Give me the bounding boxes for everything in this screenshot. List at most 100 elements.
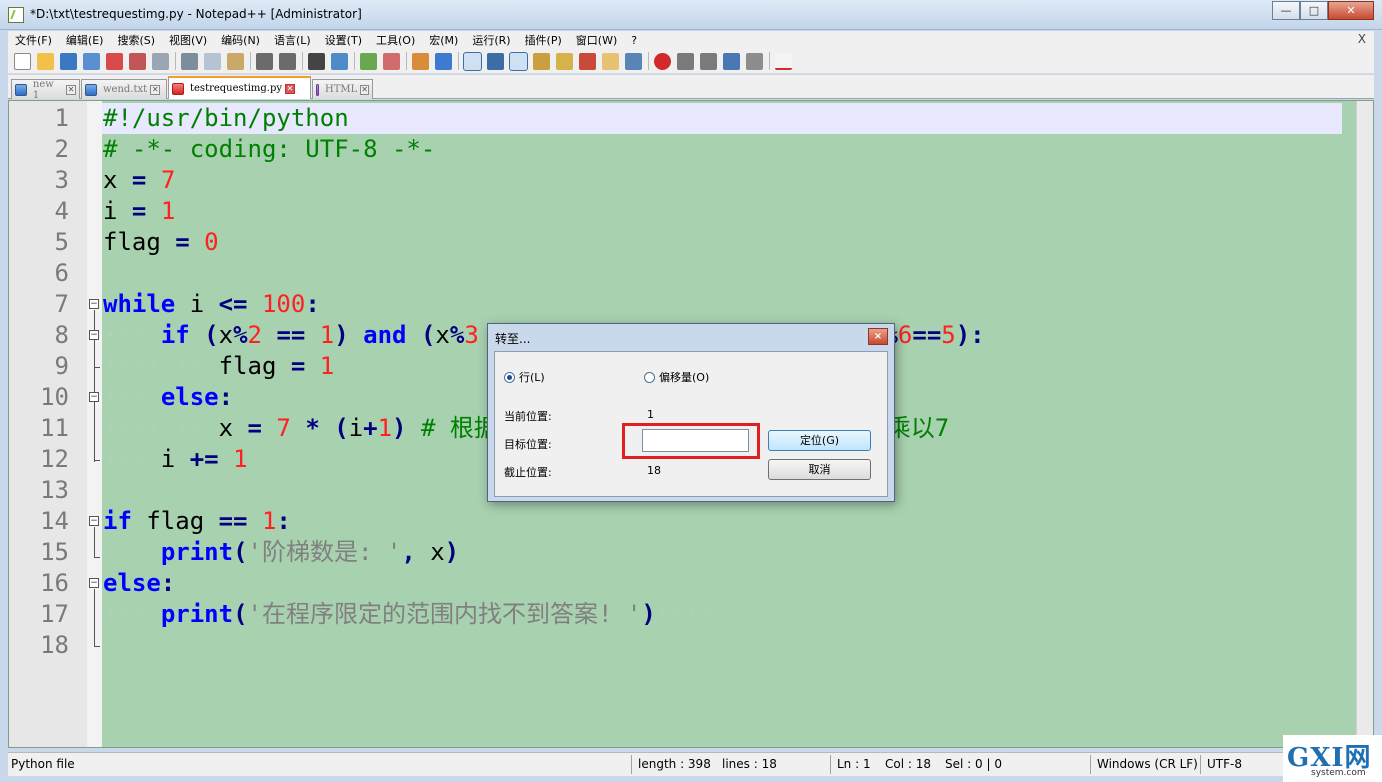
find-icon[interactable] xyxy=(308,52,325,70)
code-line-15: ··· print('阶梯数是: ', x) xyxy=(103,538,460,566)
replace-icon[interactable] xyxy=(331,52,348,70)
zoom-in-icon[interactable] xyxy=(360,52,377,70)
fold-end xyxy=(94,460,100,461)
toolbar-separator xyxy=(175,52,176,70)
line-number: 11 xyxy=(40,414,69,442)
line-number: 15 xyxy=(40,538,69,566)
line-number: 5 xyxy=(54,228,69,256)
dialog-title: 转至... xyxy=(495,332,531,346)
menu-view[interactable]: 视图(V) xyxy=(162,32,214,48)
goto-button[interactable]: 定位(G) xyxy=(768,430,871,451)
fold-collapse-icon[interactable]: − xyxy=(89,330,99,340)
menu-plugins[interactable]: 插件(P) xyxy=(518,32,569,48)
maximize-button[interactable]: □ xyxy=(1300,1,1328,20)
line-number: 18 xyxy=(40,631,69,659)
code-line-3: x = 7 xyxy=(103,166,176,194)
menu-language[interactable]: 语言(L) xyxy=(267,32,318,48)
undo-icon[interactable] xyxy=(256,52,273,70)
print-icon[interactable] xyxy=(152,52,169,70)
menu-search[interactable]: 搜索(S) xyxy=(110,32,162,48)
code-line-4: i = 1 xyxy=(103,197,176,225)
sync-vertical-icon[interactable] xyxy=(412,52,429,70)
fold-end xyxy=(94,367,100,368)
radio-line[interactable]: 行(L) xyxy=(504,369,545,385)
menu-encoding[interactable]: 编码(N) xyxy=(214,32,267,48)
end-position-value: 18 xyxy=(647,464,661,477)
menu-settings[interactable]: 设置(T) xyxy=(318,32,369,48)
tab-wend-txt[interactable]: wend.txt ✕ xyxy=(81,79,167,99)
indent-guide-icon[interactable] xyxy=(509,51,528,71)
record-macro-icon[interactable] xyxy=(654,52,671,70)
tab-html[interactable]: HTML ✕ xyxy=(312,79,373,99)
word-wrap-icon[interactable] xyxy=(463,51,482,71)
menu-run[interactable]: 运行(R) xyxy=(465,32,517,48)
save-icon[interactable] xyxy=(60,52,77,70)
menu-file[interactable]: 文件(F) xyxy=(8,32,59,48)
tab-new-1[interactable]: new 1 ✕ xyxy=(11,79,80,101)
code-line-12: ··· i += 1 xyxy=(103,445,248,473)
code-line-10: ··· else: xyxy=(103,383,234,411)
file-saved-icon xyxy=(15,83,27,96)
line-number: 7 xyxy=(54,290,69,318)
run-macro-multiple-icon[interactable] xyxy=(723,52,740,70)
dialog-close-button[interactable]: × xyxy=(868,328,888,345)
redo-icon[interactable] xyxy=(279,52,296,70)
toolbar-separator xyxy=(769,52,770,70)
status-file-type: Python file xyxy=(11,757,75,771)
open-file-icon[interactable] xyxy=(37,52,54,70)
fold-collapse-icon[interactable]: − xyxy=(89,299,99,309)
status-selection: Sel : 0 | 0 xyxy=(945,757,1002,771)
code-line-5: flag = 0 xyxy=(103,228,219,256)
status-column: Col : 18 xyxy=(885,757,931,771)
copy-icon[interactable] xyxy=(204,52,221,70)
toolbar-separator xyxy=(250,52,251,70)
menu-help[interactable]: ? xyxy=(624,34,644,47)
monitoring-icon[interactable] xyxy=(625,52,642,70)
paste-icon[interactable] xyxy=(227,52,244,70)
cut-icon[interactable] xyxy=(181,52,198,70)
cancel-button[interactable]: 取消 xyxy=(768,459,871,480)
code-line-2: # -*- coding: UTF-8 -*- xyxy=(103,135,436,163)
radio-offset[interactable]: 偏移量(O) xyxy=(644,369,709,385)
show-all-characters-icon[interactable] xyxy=(487,52,504,70)
minimize-button[interactable]: — xyxy=(1272,1,1300,20)
user-language-icon[interactable] xyxy=(533,52,550,70)
close-document-icon[interactable]: X xyxy=(1358,32,1366,46)
close-tab-icon[interactable]: ✕ xyxy=(360,84,369,95)
line-number: 17 xyxy=(40,600,69,628)
menu-edit[interactable]: 编辑(E) xyxy=(59,32,111,48)
spellcheck-icon[interactable] xyxy=(775,52,792,70)
status-line-number: Ln : 1 xyxy=(837,757,871,771)
zoom-out-icon[interactable] xyxy=(383,52,400,70)
close-window-button[interactable]: ✕ xyxy=(1328,1,1374,20)
close-tab-icon[interactable]: ✕ xyxy=(285,83,296,94)
fold-collapse-icon[interactable]: − xyxy=(89,516,99,526)
close-file-icon[interactable] xyxy=(106,52,123,70)
vertical-scrollbar[interactable] xyxy=(1356,101,1373,747)
stop-macro-icon[interactable] xyxy=(677,52,694,70)
close-all-icon[interactable] xyxy=(129,52,146,70)
target-position-label: 目标位置: xyxy=(504,438,552,451)
menu-macro[interactable]: 宏(M) xyxy=(422,32,465,48)
new-file-icon[interactable] xyxy=(14,52,31,70)
status-bar: Python file length : 398 lines : 18 Ln :… xyxy=(8,752,1374,776)
toolbar-separator xyxy=(648,52,649,70)
folder-workspace-icon[interactable] xyxy=(602,52,619,70)
menu-window[interactable]: 窗口(W) xyxy=(569,32,624,48)
close-tab-icon[interactable]: ✕ xyxy=(150,84,161,95)
sync-horizontal-icon[interactable] xyxy=(435,52,452,70)
file-html-icon xyxy=(316,83,320,96)
status-separator xyxy=(631,755,632,774)
close-tab-icon[interactable]: ✕ xyxy=(66,84,76,95)
title-bar: *D:\txt\testrequestimg.py - Notepad++ [A… xyxy=(0,0,1382,30)
fold-collapse-icon[interactable]: − xyxy=(89,392,99,402)
play-macro-icon[interactable] xyxy=(700,52,717,70)
menu-tools[interactable]: 工具(O) xyxy=(369,32,422,48)
document-map-icon[interactable] xyxy=(556,52,573,70)
radio-offset-label: 偏移量(O) xyxy=(659,371,710,384)
save-macro-icon[interactable] xyxy=(746,52,763,70)
save-all-icon[interactable] xyxy=(83,52,100,70)
function-list-icon[interactable] xyxy=(579,52,596,70)
fold-collapse-icon[interactable]: − xyxy=(89,578,99,588)
tab-testrequestimg-py[interactable]: testrequestimg.py ✕ xyxy=(168,76,311,99)
